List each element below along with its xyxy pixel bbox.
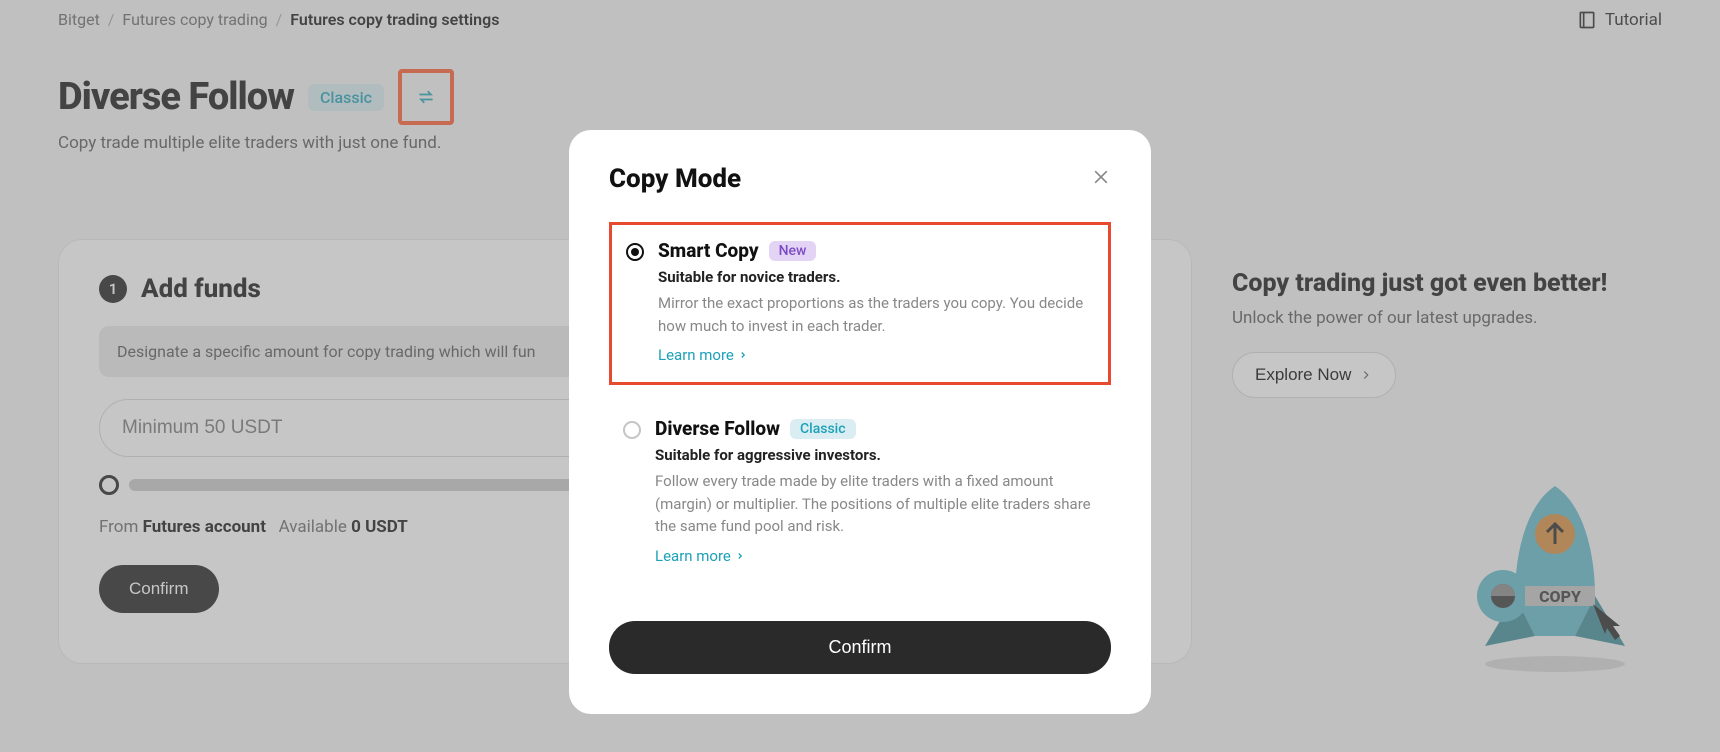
option-subtitle: Suitable for novice traders. bbox=[658, 268, 1094, 286]
option-description: Mirror the exact proportions as the trad… bbox=[658, 292, 1094, 337]
learn-more-link[interactable]: Learn more bbox=[655, 547, 745, 565]
modal-confirm-button[interactable]: Confirm bbox=[609, 621, 1111, 674]
option-description: Follow every trade made by elite traders… bbox=[655, 470, 1097, 538]
classic-badge: Classic bbox=[790, 419, 856, 439]
new-badge: New bbox=[769, 241, 817, 261]
option-smart-copy[interactable]: Smart Copy New Suitable for novice trade… bbox=[609, 222, 1111, 385]
option-title: Smart Copy bbox=[658, 239, 759, 262]
radio-diverse-follow[interactable] bbox=[623, 421, 641, 439]
option-diverse-follow[interactable]: Diverse Follow Classic Suitable for aggr… bbox=[609, 403, 1111, 583]
close-icon bbox=[1091, 167, 1111, 187]
radio-smart-copy[interactable] bbox=[626, 243, 644, 261]
close-button[interactable] bbox=[1091, 167, 1111, 191]
chevron-right-icon bbox=[735, 551, 745, 561]
chevron-right-icon bbox=[738, 350, 748, 360]
option-title: Diverse Follow bbox=[655, 417, 780, 440]
option-subtitle: Suitable for aggressive investors. bbox=[655, 446, 1097, 464]
learn-more-link[interactable]: Learn more bbox=[658, 346, 748, 364]
modal-title: Copy Mode bbox=[609, 164, 741, 194]
copy-mode-modal: Copy Mode Smart Copy New Suitable for no… bbox=[569, 130, 1151, 714]
